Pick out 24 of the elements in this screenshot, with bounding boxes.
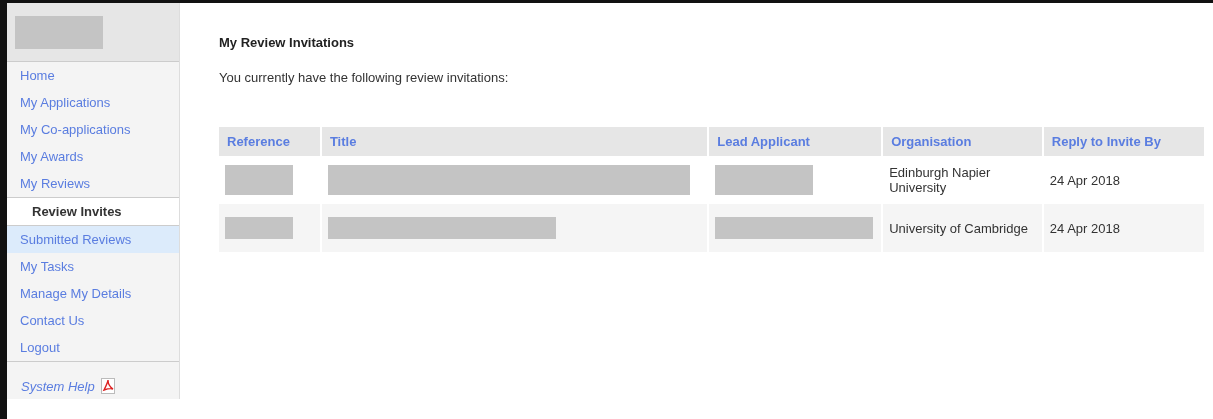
column-header[interactable]: Reference (219, 127, 321, 156)
redaction-block (225, 165, 293, 195)
page-title: My Review Invitations (219, 35, 356, 50)
sidebar-item[interactable]: Manage My Details (7, 280, 179, 307)
sidebar-item[interactable]: My Applications (7, 89, 179, 116)
sidebar-item[interactable]: My Co-applications (7, 116, 179, 143)
intro-text: You currently have the following review invitations: (219, 70, 510, 85)
sidebar-item[interactable]: Submitted Reviews (7, 226, 179, 253)
system-help-link[interactable]: System Help (21, 378, 95, 394)
sidebar-item[interactable]: Home (7, 62, 179, 89)
table-cell: University of Cambridge (882, 204, 1043, 252)
sidebar-item[interactable]: Review Invites (7, 197, 179, 226)
sidebar-item[interactable]: My Reviews (7, 170, 179, 197)
sidebar-item[interactable]: Contact Us (7, 307, 179, 334)
sidebar-item[interactable]: My Tasks (7, 253, 179, 280)
pdf-icon (100, 378, 115, 394)
redaction-block (225, 217, 293, 239)
sidebar-item[interactable]: My Awards (7, 143, 179, 170)
table-cell: 24 Apr 2018 (1042, 204, 1205, 252)
column-header[interactable]: Reply to Invite By (1042, 127, 1205, 156)
column-header[interactable]: Organisation (882, 127, 1043, 156)
sidebar-item[interactable]: Logout (7, 334, 179, 361)
column-header[interactable]: Title (320, 127, 709, 156)
column-header[interactable]: Lead Applicant (708, 127, 883, 156)
